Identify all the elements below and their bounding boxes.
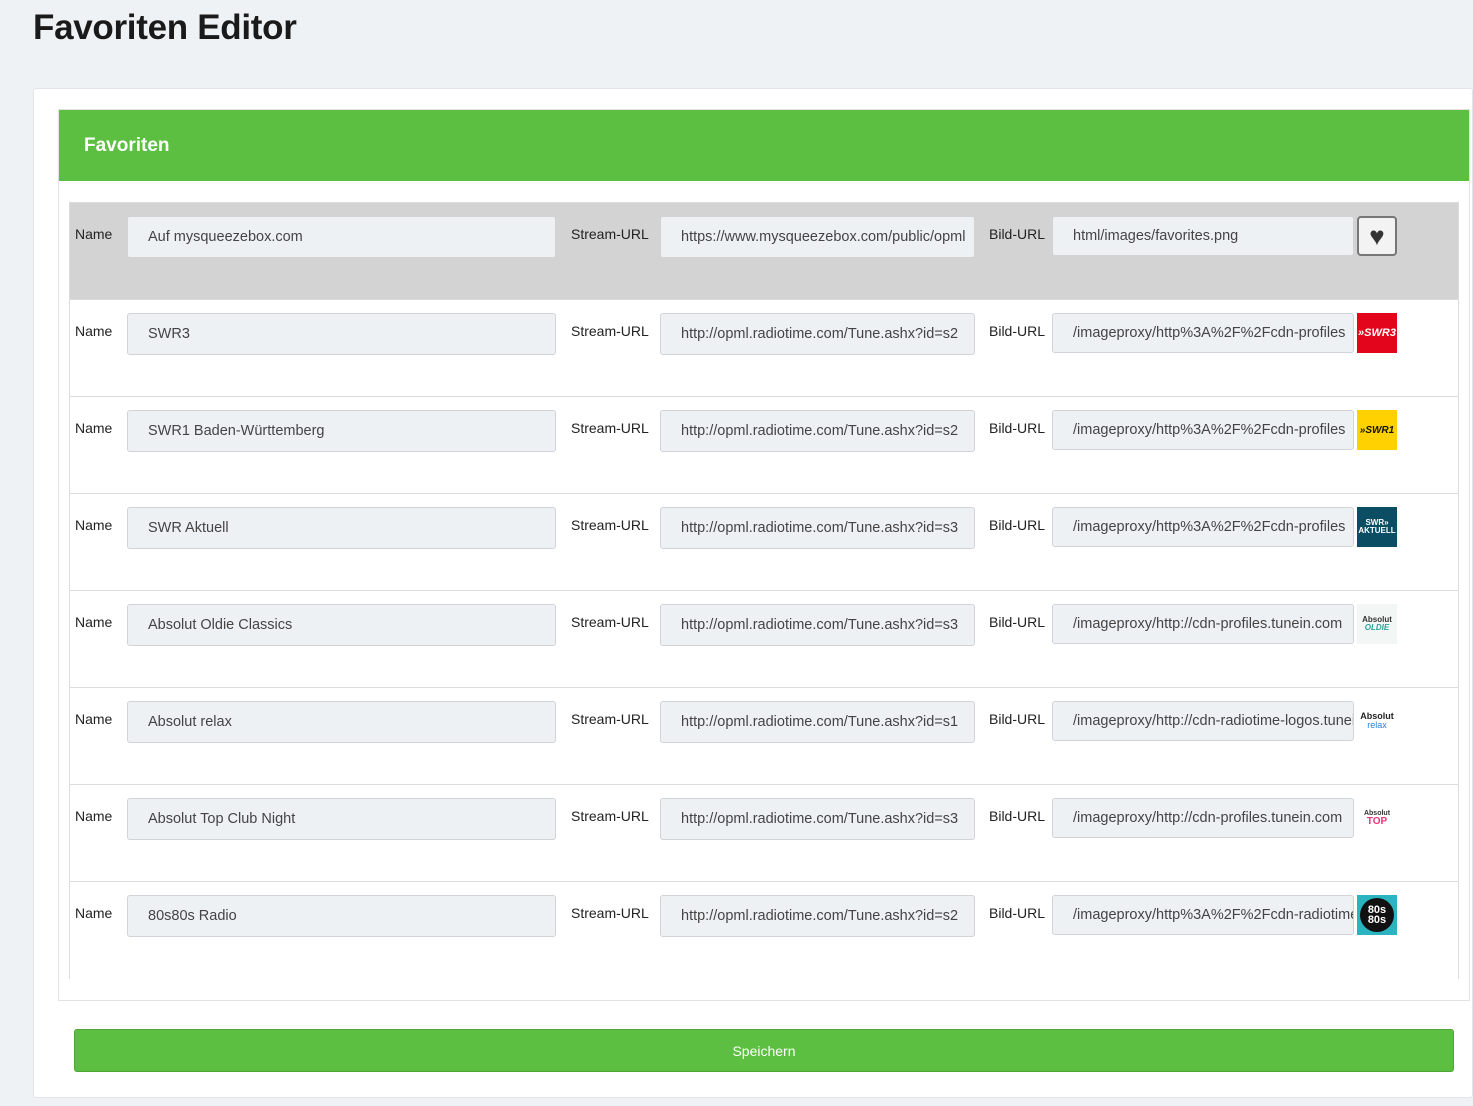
image-url-label: Bild-URL xyxy=(989,323,1046,339)
logo-text: »SWR3 xyxy=(1358,327,1396,339)
name-label: Name xyxy=(75,226,113,242)
stream-url-label: Stream-URL xyxy=(571,711,649,727)
logo-disc: 80s 80s xyxy=(1360,898,1394,932)
image-url-label: Bild-URL xyxy=(989,420,1046,436)
stream-url-input[interactable]: http://opml.radiotime.com/Tune.ashx?id=s… xyxy=(660,313,975,355)
favorite-row[interactable]: Name 80s80s Radio Stream-URL http://opml… xyxy=(70,882,1458,979)
name-label: Name xyxy=(75,323,113,339)
name-label: Name xyxy=(75,420,113,436)
stream-url-input[interactable]: http://opml.radiotime.com/Tune.ashx?id=s… xyxy=(660,895,975,937)
stream-url-input[interactable]: http://opml.radiotime.com/Tune.ashx?id=s… xyxy=(660,798,975,840)
image-url-input[interactable]: /imageproxy/http%3A%2F%2Fcdn-profiles xyxy=(1052,410,1354,450)
absolut-oldie-logo-icon: Absolut OLDIE xyxy=(1357,604,1397,644)
stream-url-label: Stream-URL xyxy=(571,420,649,436)
favorites-list: Name Auf mysqueezebox.com Stream-URL htt… xyxy=(69,202,1459,979)
swr-aktuell-logo-icon: SWR» AKTUELL xyxy=(1357,507,1397,547)
image-url-label: Bild-URL xyxy=(989,614,1046,630)
stream-url-label: Stream-URL xyxy=(571,226,649,242)
logo-subtext: relax xyxy=(1367,720,1387,730)
name-input[interactable]: Absolut relax xyxy=(127,701,556,743)
name-input[interactable]: SWR3 xyxy=(127,313,556,355)
logo-text: »SWR1 xyxy=(1359,424,1395,436)
favorite-row[interactable]: Name Absolut Oldie Classics Stream-URL h… xyxy=(70,591,1458,688)
image-url-label: Bild-URL xyxy=(989,711,1046,727)
swr3-logo-icon: »SWR3 xyxy=(1357,313,1397,353)
image-url-label: Bild-URL xyxy=(989,226,1046,242)
logo-subtext: 80s xyxy=(1367,914,1387,926)
favorite-row[interactable]: Name Auf mysqueezebox.com Stream-URL htt… xyxy=(70,203,1458,300)
page-title: Favoriten Editor xyxy=(33,8,297,47)
stream-url-label: Stream-URL xyxy=(571,323,649,339)
editor-card: Favoriten Name Auf mysqueezebox.com Stre… xyxy=(33,88,1473,1098)
name-input[interactable]: SWR Aktuell xyxy=(127,507,556,549)
name-input[interactable]: 80s80s Radio xyxy=(127,895,556,937)
stream-url-label: Stream-URL xyxy=(571,808,649,824)
image-url-input[interactable]: /imageproxy/http://cdn-profiles.tunein.c… xyxy=(1052,798,1354,838)
name-label: Name xyxy=(75,517,113,533)
name-label: Name xyxy=(75,614,113,630)
stream-url-label: Stream-URL xyxy=(571,614,649,630)
heart-icon[interactable]: ♥ xyxy=(1357,216,1397,256)
stream-url-label: Stream-URL xyxy=(571,517,649,533)
absolut-relax-logo-icon: Absolut relax xyxy=(1357,701,1397,741)
name-input[interactable]: Absolut Oldie Classics xyxy=(127,604,556,646)
favorite-row[interactable]: Name SWR Aktuell Stream-URL http://opml.… xyxy=(70,494,1458,591)
logo-text: ♥ xyxy=(1369,221,1385,251)
name-label: Name xyxy=(75,711,113,727)
image-url-input[interactable]: /imageproxy/http%3A%2F%2Fcdn-radiotime xyxy=(1052,895,1354,935)
name-label: Name xyxy=(75,905,113,921)
panel-header: Favoriten xyxy=(59,110,1469,181)
image-url-input[interactable]: html/images/favorites.png xyxy=(1052,216,1354,256)
name-input[interactable]: SWR1 Baden-Württemberg xyxy=(127,410,556,452)
image-url-input[interactable]: /imageproxy/http%3A%2F%2Fcdn-profiles xyxy=(1052,313,1354,353)
absolut-top-logo-icon: Absolut TOP xyxy=(1357,798,1397,838)
image-url-input[interactable]: /imageproxy/http%3A%2F%2Fcdn-profiles xyxy=(1052,507,1354,547)
name-label: Name xyxy=(75,808,113,824)
favorite-row[interactable]: Name Absolut relax Stream-URL http://opm… xyxy=(70,688,1458,785)
favorite-row[interactable]: Name SWR1 Baden-Württemberg Stream-URL h… xyxy=(70,397,1458,494)
stream-url-input[interactable]: https://www.mysqueezebox.com/public/opml xyxy=(660,216,975,258)
logo-subtext: TOP xyxy=(1366,815,1388,827)
80s80s-logo-icon: 80s 80s xyxy=(1357,895,1397,935)
image-url-input[interactable]: /imageproxy/http://cdn-radiotime-logos.t… xyxy=(1052,701,1354,741)
name-input[interactable]: Auf mysqueezebox.com xyxy=(127,216,556,258)
save-button[interactable]: Speichern xyxy=(74,1029,1454,1072)
stream-url-input[interactable]: http://opml.radiotime.com/Tune.ashx?id=s… xyxy=(660,507,975,549)
image-url-label: Bild-URL xyxy=(989,808,1046,824)
stream-url-label: Stream-URL xyxy=(571,905,649,921)
name-input[interactable]: Absolut Top Club Night xyxy=(127,798,556,840)
favorite-row[interactable]: Name Absolut Top Club Night Stream-URL h… xyxy=(70,785,1458,882)
stream-url-input[interactable]: http://opml.radiotime.com/Tune.ashx?id=s… xyxy=(660,604,975,646)
swr1-logo-icon: »SWR1 xyxy=(1357,410,1397,450)
favorite-row[interactable]: Name SWR3 Stream-URL http://opml.radioti… xyxy=(70,300,1458,397)
stream-url-input[interactable]: http://opml.radiotime.com/Tune.ashx?id=s… xyxy=(660,410,975,452)
image-url-input[interactable]: /imageproxy/http://cdn-profiles.tunein.c… xyxy=(1052,604,1354,644)
image-url-label: Bild-URL xyxy=(989,517,1046,533)
logo-subtext: AKTUELL xyxy=(1358,526,1396,535)
logo-subtext: OLDIE xyxy=(1364,623,1390,632)
stream-url-input[interactable]: http://opml.radiotime.com/Tune.ashx?id=s… xyxy=(660,701,975,743)
image-url-label: Bild-URL xyxy=(989,905,1046,921)
favorites-panel: Favoriten Name Auf mysqueezebox.com Stre… xyxy=(58,109,1470,1001)
